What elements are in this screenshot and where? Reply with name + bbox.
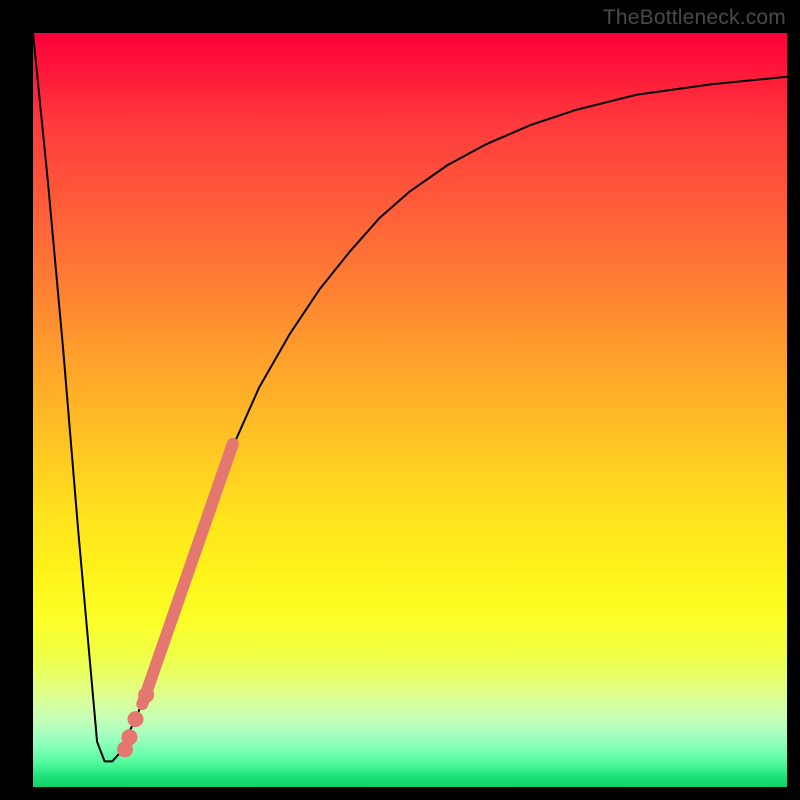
watermark-text: TheBottleneck.com — [603, 6, 786, 30]
chart-frame: TheBottleneck.com — [0, 0, 800, 800]
plot-area — [33, 33, 787, 787]
curve-layer — [33, 33, 787, 787]
bottleneck-curve — [33, 33, 787, 761]
highlight-dot — [138, 687, 154, 703]
highlight-dot — [117, 741, 133, 757]
highlight-segment — [142, 444, 233, 704]
highlight-dot — [128, 711, 144, 727]
